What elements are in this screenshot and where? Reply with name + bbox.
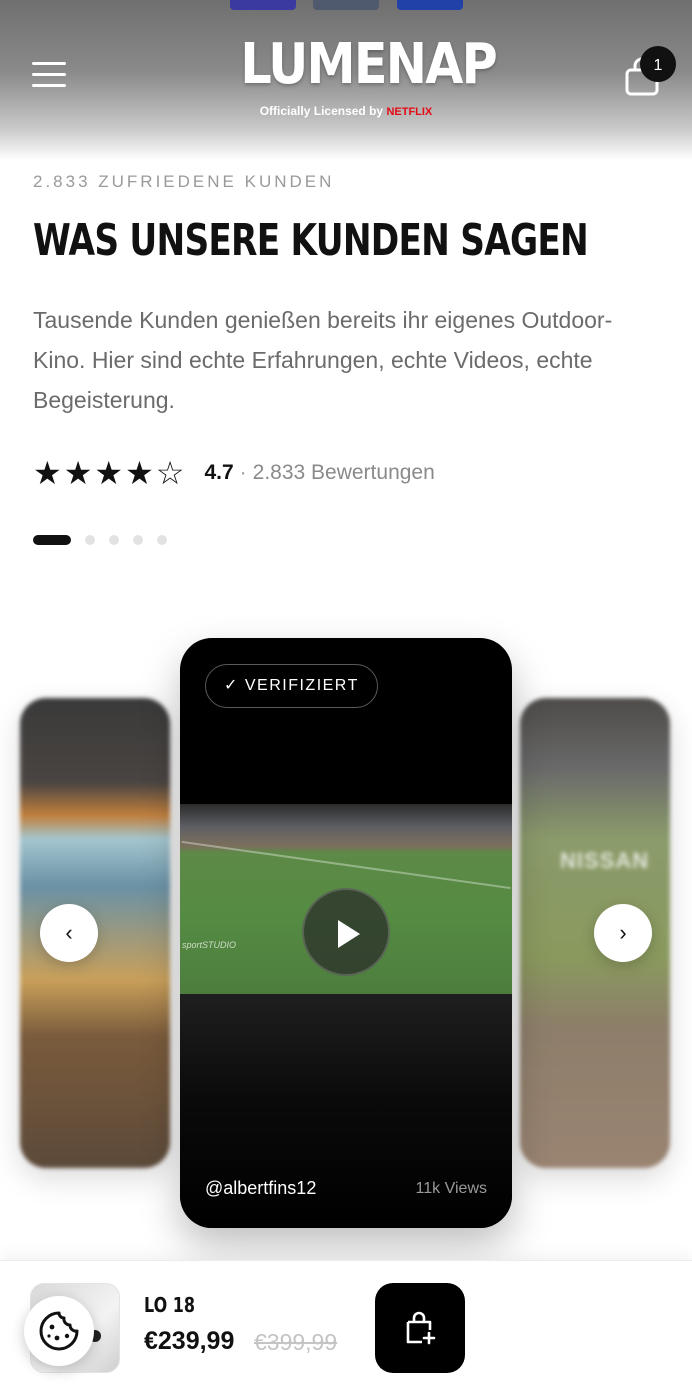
video-watermark: sportSTUDIO — [182, 940, 237, 950]
top-strip-1 — [230, 0, 296, 10]
hamburger-menu-icon[interactable] — [32, 62, 66, 88]
carousel-next-button[interactable]: › — [594, 904, 652, 962]
cart-button[interactable]: 1 — [620, 46, 676, 100]
cart-count-badge: 1 — [640, 46, 676, 82]
chevron-right-icon: › — [619, 920, 627, 945]
top-strip-3 — [397, 0, 463, 10]
product-price: €239,99 — [144, 1327, 235, 1355]
carousel-prev-button[interactable]: ‹ — [40, 904, 98, 962]
page: LUMENAP Officially Licensed by NETFLIX 1… — [0, 0, 692, 1384]
side-card-ad-text: NISSAN — [560, 848, 650, 873]
carousel-pagination — [33, 535, 167, 545]
pagination-dot-2[interactable] — [85, 535, 95, 545]
reviewer-handle[interactable]: @albertfins12 — [205, 1178, 316, 1199]
pagination-dot-5[interactable] — [157, 535, 167, 545]
view-count: 11k Views — [415, 1180, 487, 1197]
rating-summary: ★★★★☆ 4.7 · 2.833 Bewertungen — [33, 455, 435, 491]
rating-separator: · — [239, 461, 247, 484]
bag-plus-icon — [406, 1311, 436, 1345]
site-header: LUMENAP Officially Licensed by NETFLIX 1 — [0, 0, 692, 160]
pitch-line — [181, 840, 511, 890]
add-to-cart-button[interactable] — [375, 1283, 465, 1373]
brand-logo[interactable]: LUMENAP Officially Licensed by NETFLIX — [226, 22, 497, 118]
product-name: LO 18 — [144, 1293, 196, 1317]
pagination-dot-1[interactable] — [33, 535, 71, 545]
section-description: Tausende Kunden genießen bereits ihr eig… — [33, 307, 613, 413]
pagination-dot-3[interactable] — [109, 535, 119, 545]
verified-badge: ✓ VERIFIZIERT — [205, 664, 378, 708]
logo-text: LUMENAP — [240, 32, 497, 97]
top-strip-2 — [313, 0, 379, 10]
section-headline: WAS UNSERE KUNDEN SAGEN — [33, 215, 589, 266]
rating-count: 2.833 Bewertungen — [252, 461, 435, 484]
customer-count-eyebrow: 2.833 ZUFRIEDENE KUNDEN — [33, 172, 335, 191]
play-icon — [338, 920, 360, 948]
product-old-price: €399,99 — [254, 1329, 338, 1355]
star-rating-icon: ★★★★☆ — [33, 455, 187, 491]
play-button[interactable] — [302, 888, 390, 976]
rating-score: 4.7 — [204, 461, 234, 484]
cookie-icon — [39, 1311, 79, 1351]
sticky-add-to-cart-bar: LO 18 €239,99 €399,99 — [0, 1260, 692, 1384]
chevron-left-icon: ‹ — [65, 920, 73, 945]
cookie-settings-button[interactable] — [24, 1296, 94, 1366]
pagination-dot-4[interactable] — [133, 535, 143, 545]
video-card-active[interactable]: sportSTUDIO ✓ VERIFIZIERT @albertfins12 … — [180, 638, 512, 1228]
